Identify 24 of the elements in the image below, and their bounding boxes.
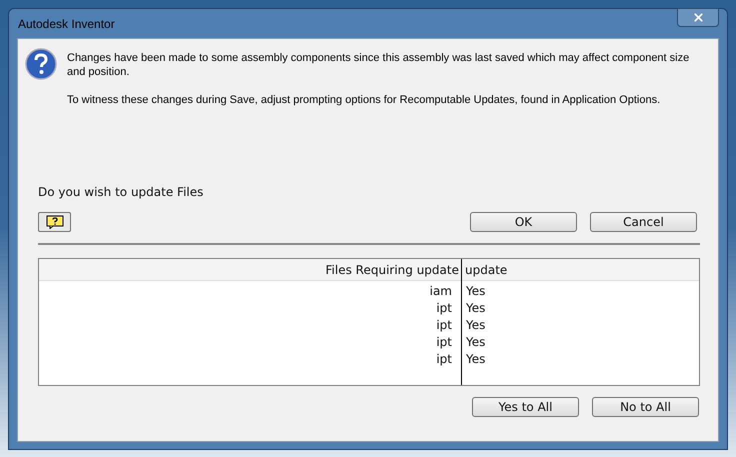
close-icon — [692, 11, 704, 24]
table-cell: Yes — [466, 300, 486, 317]
dialog-button[interactable]: Yes to All — [472, 397, 579, 417]
table-cell: ipt — [436, 351, 452, 368]
dialog-button[interactable]: No to All — [592, 397, 699, 417]
table-cell: ipt — [436, 300, 452, 317]
table-cell: Yes — [466, 317, 486, 334]
table-cell: Yes — [466, 334, 486, 351]
close-button[interactable] — [677, 8, 719, 27]
table-cell: iam — [430, 283, 452, 300]
note-text: To witness these changes during Save, adjust prompting options for Recomputable Updates, found in Application Options. — [67, 93, 662, 107]
dialog-button[interactable]: OK — [470, 212, 577, 232]
table-cell: Yes — [466, 283, 486, 300]
message-text: Changes have been made to some assembly components since this assembly was last saved which may affect component size and position. — [67, 51, 690, 79]
table-cell: ipt — [436, 334, 452, 351]
table-cell: ipt — [436, 317, 452, 334]
question-icon — [25, 48, 57, 80]
prompt-text: Do you wish to update Files — [38, 184, 204, 201]
table-cell: Yes — [466, 351, 486, 368]
help-button[interactable] — [38, 212, 71, 232]
help-icon — [46, 215, 64, 229]
column-header[interactable]: update — [465, 260, 508, 278]
dialog-button[interactable]: Cancel — [590, 212, 697, 232]
window-title: Autodesk Inventor — [17, 16, 115, 32]
